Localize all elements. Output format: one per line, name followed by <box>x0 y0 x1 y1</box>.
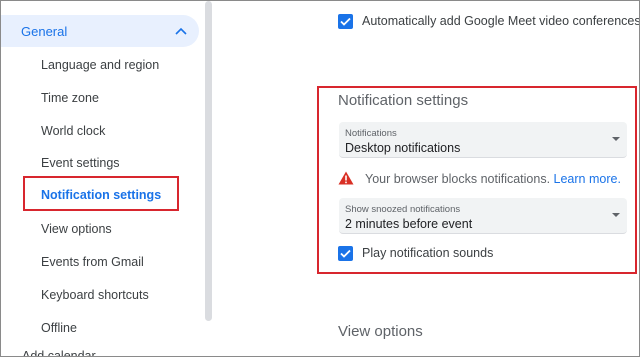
notifications-blocked-warning: Your browser blocks notifications. Learn… <box>365 172 621 186</box>
snoozed-notifications-select[interactable]: Show snoozed notifications 2 minutes bef… <box>339 198 627 234</box>
learn-more-link[interactable]: Learn more. <box>554 172 621 186</box>
section-title-view-options: View options <box>338 323 423 340</box>
warning-icon <box>338 171 354 185</box>
chevron-up-icon[interactable] <box>173 23 189 39</box>
check-icon <box>340 17 351 26</box>
sidebar-general[interactable]: General <box>1 15 199 47</box>
section-title-notification-settings: Notification settings <box>338 92 469 109</box>
play-sounds-checkbox[interactable] <box>338 246 353 261</box>
warning-text: Your browser blocks notifications. <box>365 172 551 186</box>
meet-checkbox[interactable] <box>338 14 353 29</box>
snoozed-select-caption: Show snoozed notifications <box>345 204 461 215</box>
dropdown-arrow-icon <box>612 213 620 217</box>
settings-main: Automatically add Google Meet video conf… <box>215 1 640 356</box>
sidebar-item-view-options[interactable]: View options <box>41 219 112 239</box>
notifications-select-caption: Notifications <box>345 128 397 139</box>
sidebar-item-language-region[interactable]: Language and region <box>41 55 159 75</box>
sidebar-item-world-clock[interactable]: World clock <box>41 121 105 141</box>
sidebar-item-event-settings[interactable]: Event settings <box>41 153 120 173</box>
notifications-select[interactable]: Notifications Desktop notifications <box>339 122 627 158</box>
settings-window: General Language and region Time zone Wo… <box>0 0 640 357</box>
sidebar-item-time-zone[interactable]: Time zone <box>41 88 99 108</box>
meet-checkbox-label: Automatically add Google Meet video conf… <box>362 14 640 28</box>
play-sounds-label: Play notification sounds <box>362 246 494 260</box>
check-icon <box>340 249 351 258</box>
dropdown-arrow-icon <box>612 137 620 141</box>
snoozed-select-value: 2 minutes before event <box>345 217 473 231</box>
sidebar-item-keyboard-shortcuts[interactable]: Keyboard shortcuts <box>41 285 149 305</box>
highlight-box-sidebar <box>23 176 179 211</box>
sidebar-item-events-from-gmail[interactable]: Events from Gmail <box>41 252 144 272</box>
sidebar-item-add-calendar[interactable]: Add calendar <box>22 349 96 356</box>
settings-sidebar: General Language and region Time zone Wo… <box>1 1 215 356</box>
sidebar-item-offline[interactable]: Offline <box>41 318 77 338</box>
notifications-select-value: Desktop notifications <box>345 141 461 155</box>
sidebar-general-label: General <box>21 23 68 39</box>
sidebar-scrollbar[interactable] <box>205 1 212 321</box>
